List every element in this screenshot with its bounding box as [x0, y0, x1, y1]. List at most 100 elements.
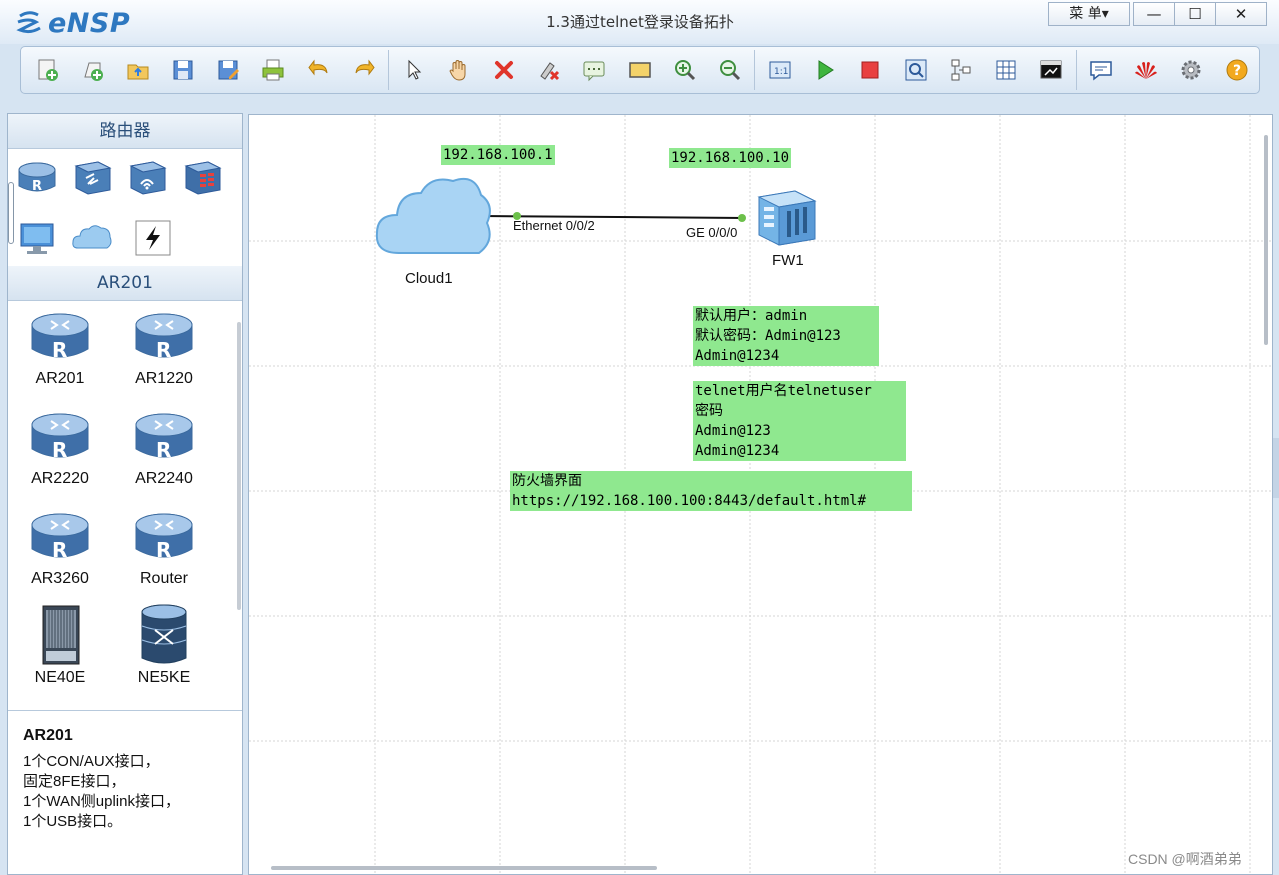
help-button[interactable]: ?: [1214, 50, 1259, 90]
redo-icon: [355, 59, 375, 76]
grid-button[interactable]: [983, 50, 1028, 90]
title-bar: eNSP 1.3通过telnet登录设备拓扑 菜 单▾ — ☐ ✕: [0, 0, 1279, 44]
stop-icon: [861, 61, 879, 79]
capture-button[interactable]: [893, 50, 938, 90]
collapse-handle[interactable]: [1273, 438, 1279, 498]
router-icon[interactable]: R: [15, 158, 59, 198]
grid-table-icon: [996, 60, 1016, 80]
stop-button[interactable]: [848, 50, 893, 90]
new-topology-button[interactable]: [25, 50, 70, 90]
redo-button[interactable]: [341, 50, 386, 90]
router-icon: R: [31, 413, 89, 462]
pc-icon[interactable]: [15, 218, 59, 258]
delete-x-icon: [495, 61, 514, 79]
delete-link-button[interactable]: [527, 50, 572, 90]
window-title: 1.3通过telnet登录设备拓扑: [546, 13, 734, 31]
panel-scroll-thumb[interactable]: [8, 182, 14, 244]
svg-text:R: R: [156, 338, 171, 362]
note-line: Admin@1234: [695, 348, 780, 364]
device-ar2240[interactable]: R AR2240: [114, 409, 214, 488]
note-default-creds[interactable]: 默认用户：admin 默认密码：Admin@123 Admin@1234: [693, 306, 879, 366]
svg-text:R: R: [52, 438, 67, 462]
wireless-icon[interactable]: [125, 158, 169, 198]
device-ar1220[interactable]: R AR1220: [114, 309, 214, 388]
minimize-button[interactable]: —: [1133, 2, 1175, 26]
svg-text:R: R: [52, 538, 67, 562]
pan-button[interactable]: [436, 50, 481, 90]
note-telnet-creds[interactable]: telnet用户名telnetuser 密码 Admin@123 Admin@1…: [693, 381, 906, 461]
rectangle-icon: [628, 62, 651, 78]
settings-button[interactable]: [1169, 50, 1214, 90]
description-line: 1个USB接口。: [23, 813, 123, 830]
device-ar201[interactable]: R AR201: [10, 309, 110, 388]
cloud-icon[interactable]: [375, 177, 491, 254]
device-label: NE40E: [34, 669, 86, 686]
firewall-icon[interactable]: [757, 190, 817, 246]
firewall-icon[interactable]: [180, 158, 224, 198]
device-ne5ke[interactable]: NE5KE: [114, 604, 214, 687]
new-topology-icon: [38, 59, 58, 81]
svg-text:R: R: [52, 338, 67, 362]
open-button[interactable]: [115, 50, 160, 90]
chassis-icon: [42, 605, 80, 665]
svg-text:1:1: 1:1: [774, 67, 788, 77]
device-ne40e[interactable]: NE40E: [10, 604, 110, 687]
note-cloud-ip[interactable]: 192.168.100.1: [441, 145, 555, 165]
category-header: 路由器: [8, 114, 242, 149]
topology-icon: [951, 59, 971, 81]
router-icon: R: [135, 513, 193, 562]
huawei-button[interactable]: [1124, 50, 1169, 90]
maximize-button[interactable]: ☐: [1174, 2, 1216, 26]
save-as-button[interactable]: [206, 50, 251, 90]
save-button[interactable]: [160, 50, 205, 90]
canvas-vertical-scrollbar[interactable]: [1264, 135, 1268, 345]
svg-text:?: ?: [1233, 63, 1241, 79]
zoom-out-button[interactable]: [707, 50, 752, 90]
canvas-horizontal-scrollbar[interactable]: [271, 866, 657, 870]
switch-icon[interactable]: [70, 158, 114, 198]
help-icon: ?: [1226, 59, 1248, 81]
description-line: 固定8FE接口，: [23, 773, 126, 790]
svg-text:R: R: [32, 179, 42, 194]
device-list-scrollbar[interactable]: [237, 322, 241, 610]
device-label: AR2220: [31, 470, 89, 487]
note-fw-web[interactable]: 防火墙界面 https://192.168.100.100:8443/defau…: [510, 471, 912, 511]
menu-button[interactable]: 菜 单▾: [1048, 2, 1130, 26]
device-router[interactable]: R Router: [114, 509, 214, 588]
topology-button[interactable]: [938, 50, 983, 90]
fit-button[interactable]: 1:1: [757, 50, 802, 90]
new-lab-button[interactable]: [70, 50, 115, 90]
console-button[interactable]: [1028, 50, 1073, 90]
note-line: 防火墙界面: [512, 473, 582, 489]
device-ar3260[interactable]: R AR3260: [10, 509, 110, 588]
console-icon: [1040, 60, 1062, 79]
topology-canvas[interactable]: 192.168.100.1 192.168.100.10 Ethernet 0/…: [248, 114, 1273, 875]
note-line: telnet用户名telnetuser: [695, 383, 872, 399]
undo-button[interactable]: [296, 50, 341, 90]
device-ar2220[interactable]: R AR2220: [10, 409, 110, 488]
zoom-in-button[interactable]: [662, 50, 707, 90]
device-label: AR3260: [31, 570, 89, 587]
note-line: 默认密码：Admin@123: [695, 328, 841, 344]
note-fw-ip[interactable]: 192.168.100.10: [669, 148, 792, 168]
link-icon[interactable]: [132, 218, 176, 258]
chat-button[interactable]: [1079, 50, 1124, 90]
play-icon: [818, 60, 835, 80]
device-label: NE5KE: [137, 669, 191, 686]
delete-button[interactable]: [482, 50, 527, 90]
rectangle-button[interactable]: [617, 50, 662, 90]
capture-icon: [905, 59, 927, 81]
gear-icon: [1181, 60, 1201, 80]
start-button[interactable]: [803, 50, 848, 90]
device-label: Router: [139, 570, 189, 587]
cloud-icon[interactable]: [70, 218, 114, 258]
close-button[interactable]: ✕: [1215, 2, 1267, 26]
note-line: https://192.168.100.100:8443/default.htm…: [512, 493, 867, 509]
select-button[interactable]: [391, 50, 436, 90]
app-name: eNSP: [48, 7, 131, 39]
description-line: 1个WAN侧uplink接口，: [23, 793, 180, 810]
text-button[interactable]: [572, 50, 617, 90]
undo-icon: [307, 59, 328, 76]
print-button[interactable]: [251, 50, 296, 90]
print-icon: [262, 59, 284, 81]
